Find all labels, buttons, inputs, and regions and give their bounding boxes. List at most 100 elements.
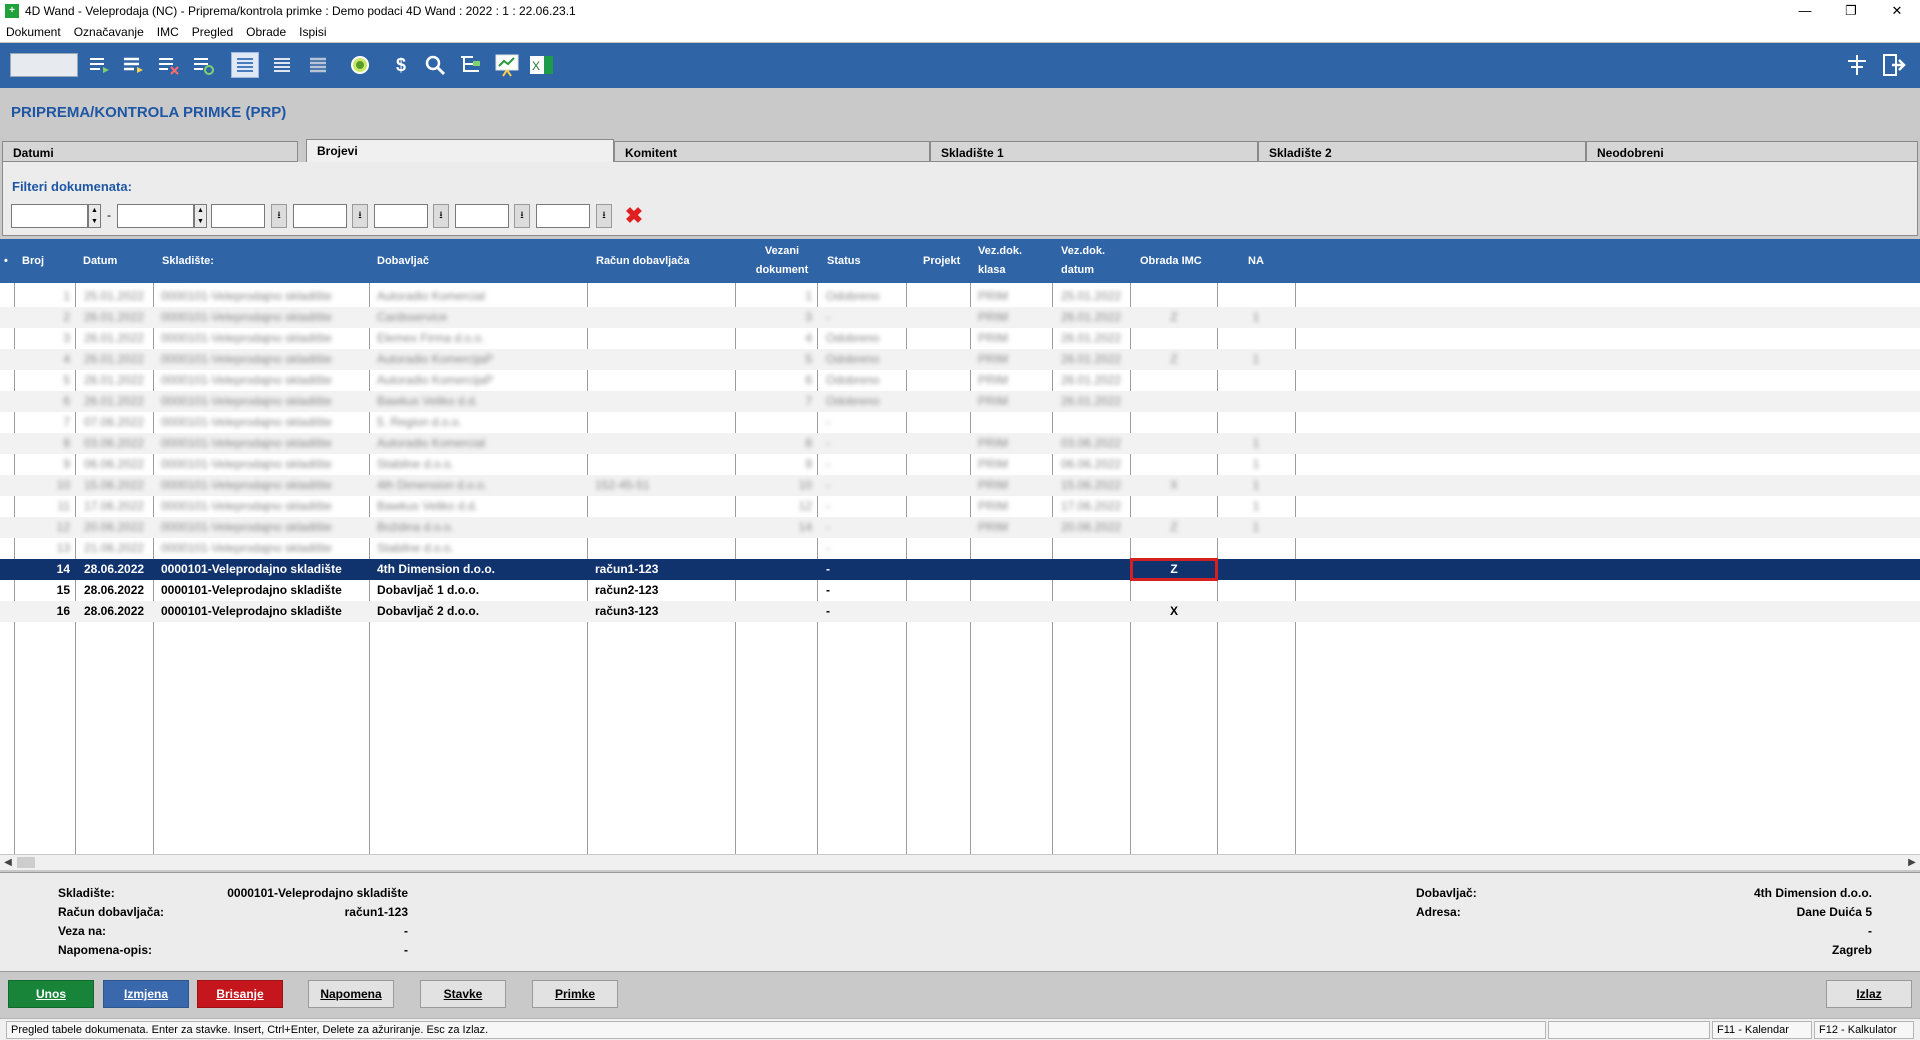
search-icon[interactable]	[421, 52, 449, 78]
header-status[interactable]: Status	[827, 239, 887, 283]
cell-obrada: Z	[1170, 310, 1178, 324]
cell-na	[1218, 391, 1294, 412]
list-bold-arrow-icon[interactable]	[120, 52, 148, 78]
cell-skladiste: 0000101-Veleprodajno skladište	[161, 289, 332, 303]
menu-ispisi[interactable]: Ispisi	[299, 25, 326, 39]
list-delete-icon[interactable]	[155, 52, 183, 78]
table-row[interactable]: 12 20.06.2022 0000101-Veleprodajno skladiš…	[0, 517, 1920, 538]
filter-from-stepper[interactable]: ▲ ▼	[88, 204, 101, 228]
table-row[interactable]: 8 03.06.2022 0000101-Veleprodajno skladišt…	[0, 433, 1920, 454]
brisanje-button[interactable]: Brisanje	[197, 980, 283, 1008]
list-arrow-icon[interactable]	[86, 52, 114, 78]
table-row[interactable]: 2 26.01.2022 0000101-Veleprodajno skladišt…	[0, 307, 1920, 328]
header-vez-dok-klasa[interactable]: Vez.dok. klasa	[978, 239, 1048, 283]
table-row[interactable]: 13 21.06.2022 0000101-Veleprodajno skladiš…	[0, 538, 1920, 559]
detail-veza-value: -	[404, 924, 408, 938]
header-datum[interactable]: Datum	[83, 239, 143, 283]
tab-komitent[interactable]: Komitent	[614, 141, 930, 162]
primke-button[interactable]: Primke	[532, 980, 618, 1008]
tree-list-icon[interactable]	[457, 52, 485, 78]
table-row[interactable]: 9 06.06.2022 0000101-Veleprodajno skladišt…	[0, 454, 1920, 475]
tab-datumi[interactable]: Datumi	[2, 141, 298, 162]
header-vez-dok-datum[interactable]: Vez.dok. datum	[1061, 239, 1131, 283]
table-row[interactable]: 15 28.06.2022 0000101-Veleprodajno skladiš…	[0, 580, 1920, 601]
menu-pregled[interactable]: Pregled	[192, 25, 233, 39]
table-row[interactable]: 4 26.01.2022 0000101-Veleprodajno skladišt…	[0, 349, 1920, 370]
dollar-icon[interactable]: $	[387, 52, 415, 78]
header-projekt[interactable]: Projekt	[923, 239, 983, 283]
table-row[interactable]: 3 26.01.2022 0000101-Veleprodajno skladišt…	[0, 328, 1920, 349]
filter-from-input[interactable]	[11, 204, 88, 228]
exit-icon[interactable]	[1881, 52, 1909, 78]
cell-dobavljac: Stabilne d.o.o.	[377, 457, 454, 471]
header-broj[interactable]: Broj	[22, 239, 62, 283]
status-f12-calculator[interactable]: F12 - Kalkulator	[1814, 1021, 1914, 1039]
detail-racun-value: račun1-123	[344, 905, 408, 919]
table-row[interactable]: 6 26.01.2022 0000101-Veleprodajno skladišt…	[0, 391, 1920, 412]
filter-dropdown-5[interactable]: ⭳	[596, 204, 612, 228]
filter-to-input[interactable]	[117, 204, 194, 228]
scroll-right-icon[interactable]: ▶	[1904, 855, 1920, 871]
table-row[interactable]: 7 07.06.2022 0000101-Veleprodajno skladišt…	[0, 412, 1920, 433]
table-row[interactable]: 16 28.06.2022 0000101-Veleprodajno skladiš…	[0, 601, 1920, 622]
table-row[interactable]: 11 17.06.2022 0000101-Veleprodajno skladiš…	[0, 496, 1920, 517]
clear-filter-icon[interactable]: ✖	[622, 205, 646, 229]
tab-neodobreni[interactable]: Neodobreni	[1586, 141, 1918, 162]
horizontal-scrollbar[interactable]: ◀ ▶	[0, 854, 1920, 870]
menu-oznacavanje[interactable]: Označavanje	[74, 25, 144, 39]
menu-dokument[interactable]: Dokument	[6, 25, 61, 39]
izlaz-button[interactable]: Izlaz	[1826, 980, 1912, 1008]
status-f11-calendar[interactable]: F11 - Kalendar	[1712, 1021, 1812, 1039]
filter-dropdown-2[interactable]: ⭳	[352, 204, 368, 228]
header-obrada-imc[interactable]: Obrada IMC	[1140, 239, 1220, 283]
filter-to-stepper[interactable]: ▲ ▼	[194, 204, 207, 228]
table-row[interactable]: 14 28.06.2022 0000101-Veleprodajno skladiš…	[0, 558, 1920, 581]
filter-dropdown-1[interactable]: ⭳	[271, 204, 287, 228]
filter-field-1[interactable]	[211, 204, 265, 228]
minimize-button[interactable]: —	[1782, 0, 1828, 22]
table-row[interactable]: 5 26.01.2022 0000101-Veleprodajno skladišt…	[0, 370, 1920, 391]
cell-na	[1218, 601, 1294, 622]
napomena-button[interactable]: Napomena	[308, 980, 394, 1008]
tab-brojevi[interactable]: Brojevi	[306, 139, 614, 163]
tab-skladiste-1[interactable]: Skladište 1	[930, 141, 1258, 162]
restore-button[interactable]: ❐	[1828, 0, 1874, 22]
tab-skladiste-2[interactable]: Skladište 2	[1258, 141, 1586, 162]
cell-broj: 3	[63, 331, 70, 345]
chart-board-icon[interactable]	[493, 52, 521, 78]
scroll-left-icon[interactable]: ◀	[0, 855, 16, 871]
view-rows-icon[interactable]	[231, 52, 259, 78]
view-dense-icon[interactable]	[304, 52, 332, 78]
detail-napomena-label: Napomena-opis:	[58, 943, 153, 957]
table-row[interactable]: 10 15.06.2022 0000101-Veleprodajno skladiš…	[0, 475, 1920, 496]
table-row[interactable]: 1 25.01.2022 0000101-Veleprodajno skladišt…	[0, 286, 1920, 307]
cell-dobavljac: Cardsservice	[377, 310, 448, 324]
stavke-button[interactable]: Stavke	[420, 980, 506, 1008]
cell-vezdatum: 17.06.2022	[1061, 499, 1122, 513]
header-skladiste[interactable]: Skladište:	[162, 239, 312, 283]
circle-icon[interactable]	[346, 52, 374, 78]
filter-field-5[interactable]	[536, 204, 590, 228]
header-racun[interactable]: Račun dobavljača	[596, 239, 726, 283]
header-vezani-dokument[interactable]: Vezani dokument	[736, 239, 828, 283]
menu-obrade[interactable]: Obrade	[246, 25, 286, 39]
menu-imc[interactable]: IMC	[157, 25, 179, 39]
izmjena-button[interactable]: Izmjena	[103, 980, 189, 1008]
filter-field-2[interactable]	[293, 204, 347, 228]
scroll-thumb[interactable]	[17, 857, 35, 868]
cell-datum: 28.06.2022	[84, 583, 145, 597]
filter-dropdown-4[interactable]: ⭳	[514, 204, 530, 228]
unos-button[interactable]: Unos	[8, 980, 94, 1008]
close-button[interactable]: ✕	[1874, 0, 1920, 22]
menu-bar: Dokument Označavanje IMC Pregled Obrade …	[0, 22, 1920, 42]
header-na[interactable]: NA	[1248, 239, 1278, 283]
filter-field-4[interactable]	[455, 204, 509, 228]
toolbar-blank-field[interactable]	[10, 53, 78, 77]
view-lines-icon[interactable]	[268, 52, 296, 78]
filter-dropdown-3[interactable]: ⭳	[433, 204, 449, 228]
header-dobavljac[interactable]: Dobavljač	[377, 239, 527, 283]
filter-field-3[interactable]	[374, 204, 428, 228]
list-refresh-icon[interactable]	[190, 52, 218, 78]
excel-icon[interactable]: X	[528, 52, 556, 78]
settings-sliders-icon[interactable]	[1843, 52, 1871, 78]
